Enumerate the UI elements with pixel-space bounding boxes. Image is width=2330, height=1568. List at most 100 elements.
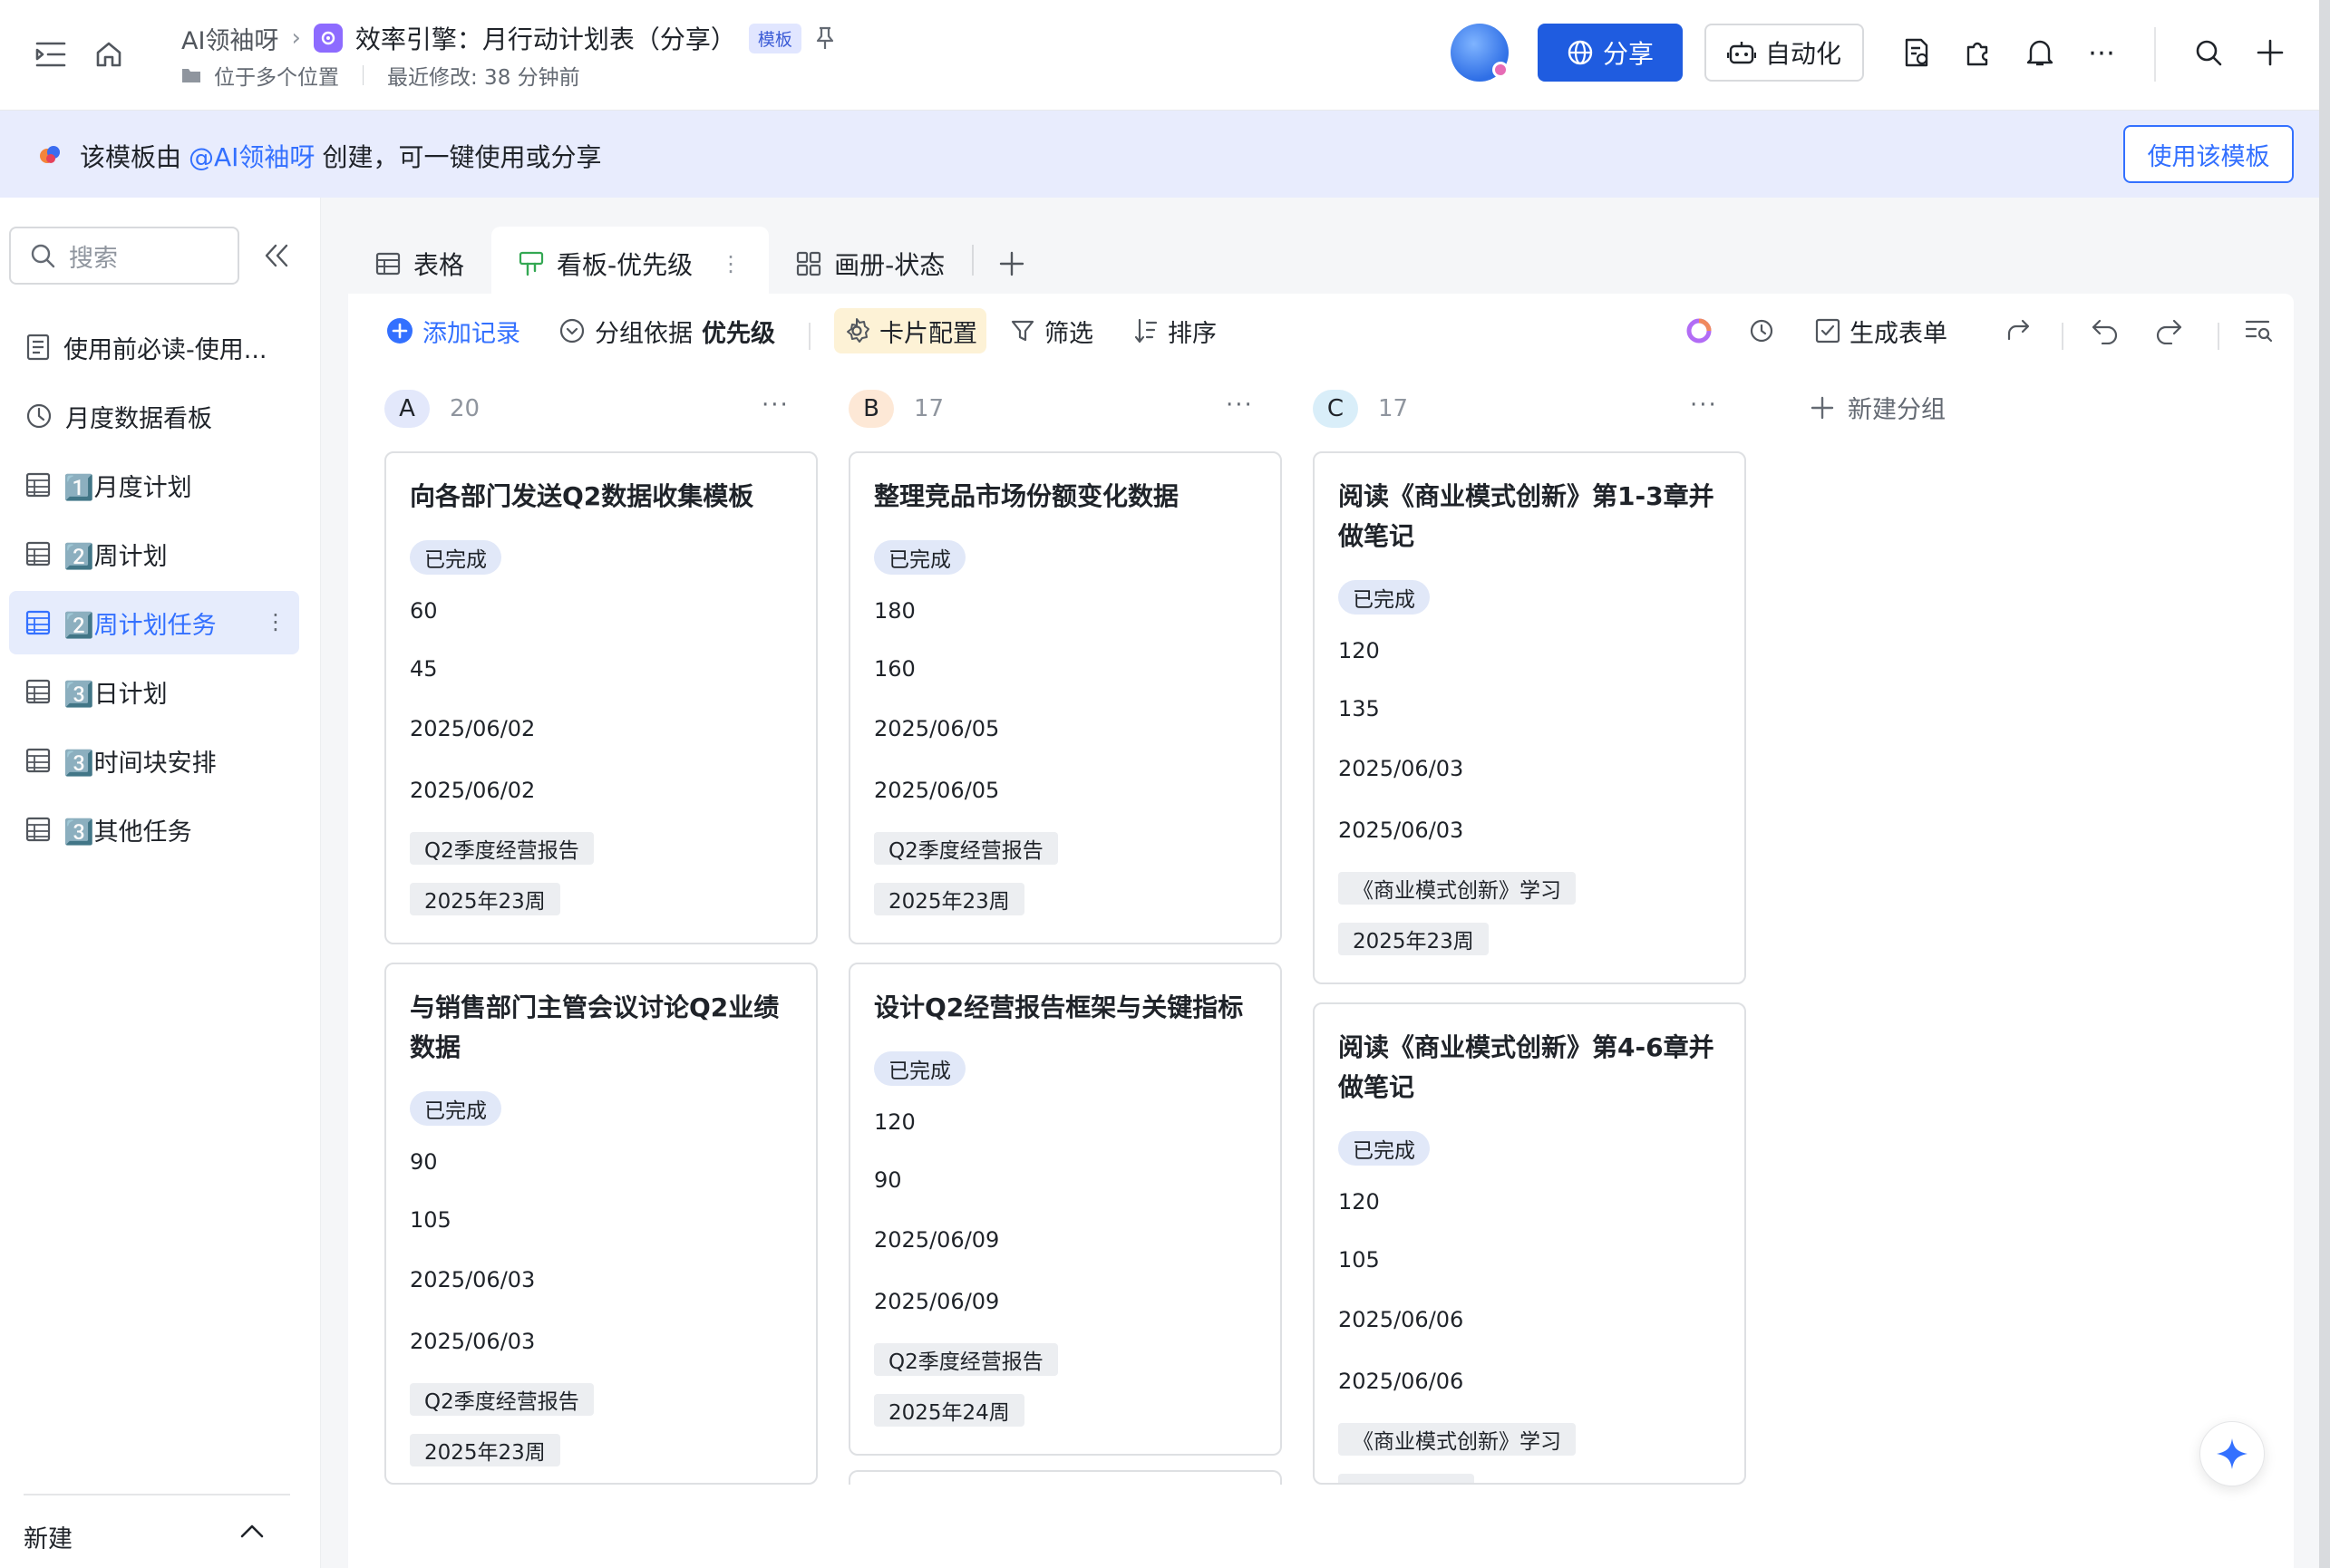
plugin-icon[interactable] [1960, 34, 1996, 71]
sidebar-item-dashboard[interactable]: 月度数据看板 [9, 384, 299, 448]
more-icon[interactable]: ⋯ [2083, 34, 2120, 71]
search-input[interactable]: 搜索 [9, 227, 239, 285]
card-estimate: 120 [1338, 1189, 1380, 1215]
week-tag: 2025年24周 [874, 1394, 1024, 1427]
filter-button[interactable]: 筛选 [1010, 308, 1093, 353]
tab-gallery[interactable]: 画册-状态 [769, 227, 972, 301]
task-card[interactable]: 整理竞品市场份额变化数据 已完成 180 160 2025/06/05 2025… [849, 451, 1282, 944]
sidebar-item-time-blocks[interactable]: 3️⃣时间块安排 [9, 729, 299, 792]
home-icon[interactable] [91, 36, 127, 73]
card-config-button[interactable]: 卡片配置 [834, 308, 986, 353]
sidebar-toggle-icon[interactable] [33, 36, 69, 73]
ai-assistant-icon[interactable] [1684, 308, 1714, 353]
use-template-button[interactable]: 使用该模板 [2123, 125, 2294, 183]
task-card-partial[interactable] [849, 1470, 1282, 1485]
tab-kanban[interactable]: 看板-优先级 ⋮ [491, 227, 770, 301]
add-view-button[interactable] [974, 227, 1050, 301]
toolbar-divider [2218, 323, 2219, 350]
group-by-button[interactable]: 分组依据 优先级 [558, 308, 775, 353]
task-card[interactable]: 与销售部门主管会议讨论Q2业绩数据 已完成 90 105 2025/06/03 … [384, 963, 818, 1485]
banner-mention[interactable]: @AI领袖呀 [189, 138, 315, 174]
template-badge: 模板 [748, 23, 801, 53]
group-by-value: 优先级 [702, 319, 775, 348]
filter-label: 筛选 [1044, 319, 1093, 348]
sidebar-item-label: 3️⃣其他任务 [63, 818, 192, 847]
sort-label: 排序 [1168, 319, 1217, 348]
column-header-c[interactable]: C 17 [1313, 386, 1408, 431]
column-more-icon[interactable]: ··· [1690, 392, 1718, 419]
generate-form-button[interactable]: 生成表单 [1815, 308, 1947, 353]
kanban-icon [519, 251, 544, 276]
task-card[interactable]: 向各部门发送Q2数据收集模板 已完成 60 45 2025/06/02 2025… [384, 451, 818, 944]
location-text[interactable]: 位于多个位置 [214, 60, 339, 91]
sidebar-new-button[interactable]: 新建 [24, 1519, 73, 1554]
table-icon [25, 817, 51, 842]
column-count: 17 [1378, 395, 1409, 422]
sidebar-item-weekly-tasks[interactable]: 2️⃣周计划任务 ⋮ [9, 591, 299, 654]
task-card[interactable]: 设计Q2经营报告框架与关键指标 已完成 120 90 2025/06/09 20… [849, 963, 1282, 1456]
sidebar-item-other-tasks[interactable]: 3️⃣其他任务 [9, 798, 299, 861]
dashboard-icon [26, 403, 52, 429]
plus-icon[interactable] [2252, 34, 2288, 71]
board-toolbar: 添加记录 分组依据 优先级 卡片配置 筛选 排序 生成表单 [348, 294, 2294, 368]
vertical-more-icon[interactable]: ⋮ [720, 251, 742, 276]
sidebar-item-daily-plan[interactable]: 3️⃣日计划 [9, 660, 299, 723]
card-estimate: 90 [410, 1149, 438, 1175]
undo-icon[interactable] [2091, 308, 2120, 353]
column-more-icon[interactable]: ··· [1226, 392, 1254, 419]
card-end-date: 2025/06/09 [874, 1289, 1000, 1314]
status-tag: 已完成 [1338, 580, 1430, 615]
tab-label: 画册-状态 [834, 250, 946, 280]
doc-info-icon[interactable] [1898, 34, 1935, 71]
column-count: 20 [450, 395, 481, 422]
sidebar-item-label: 1️⃣月度计划 [63, 473, 192, 502]
share-button[interactable]: 分享 [1538, 24, 1683, 82]
search-icon[interactable] [2190, 34, 2227, 71]
kanban-board: 添加记录 分组依据 优先级 卡片配置 筛选 排序 生成表单 A 20 ··· B… [348, 294, 2294, 1568]
share-view-icon[interactable] [2005, 308, 2033, 353]
top-header: AI领袖呀 › 效率引擎：月行动计划表（分享） 模板 位于多个位置 最近修改: … [0, 0, 2330, 111]
task-card[interactable]: 阅读《商业模式创新》第1-3章并做笔记 已完成 120 135 2025/06/… [1313, 451, 1746, 984]
card-start-date: 2025/06/09 [874, 1227, 1000, 1253]
chevron-up-icon[interactable] [239, 1523, 265, 1543]
new-group-button[interactable]: 新建分组 [1810, 390, 1946, 425]
sidebar-item-label: 月度数据看板 [65, 404, 212, 433]
window-scrollbar[interactable] [2319, 0, 2330, 1568]
column-header-b[interactable]: B 17 [849, 386, 944, 431]
add-record-label: 添加记录 [422, 319, 520, 348]
add-record-button[interactable]: 添加记录 [386, 308, 520, 353]
project-tag: 《商业模式创新》学习 [1338, 872, 1576, 905]
search-records-icon[interactable] [2245, 308, 2274, 353]
collapse-sidebar-icon[interactable] [263, 243, 290, 272]
history-icon[interactable] [1748, 308, 1775, 353]
sort-button[interactable]: 排序 [1133, 308, 1217, 353]
sidebar-item-monthly-plan[interactable]: 1️⃣月度计划 [9, 453, 299, 517]
plus-icon [1811, 396, 1834, 419]
chevron-circle-icon [559, 318, 585, 344]
redo-icon[interactable] [2154, 308, 2183, 353]
vertical-more-icon[interactable]: ⋮ [265, 609, 286, 634]
project-tag: 《商业模式创新》学习 [1338, 1423, 1576, 1456]
avatar[interactable] [1451, 24, 1509, 82]
sidebar-item-weekly-plan[interactable]: 2️⃣周计划 [9, 522, 299, 586]
sidebar-item-readme[interactable]: 使用前必读-使用... [9, 315, 299, 379]
card-title: 向各部门发送Q2数据收集模板 [410, 481, 754, 511]
status-tag: 已完成 [874, 540, 966, 575]
doc-title[interactable]: 效率引擎：月行动计划表（分享） [355, 20, 736, 56]
column-more-icon[interactable]: ··· [762, 392, 790, 419]
card-title: 阅读《商业模式创新》第4-6章并做笔记 [1338, 1032, 1714, 1102]
column-header-a[interactable]: A 20 [384, 386, 480, 431]
pin-icon[interactable] [814, 25, 836, 51]
task-card[interactable]: 阅读《商业模式创新》第4-6章并做笔记 已完成 120 105 2025/06/… [1313, 1002, 1746, 1485]
bell-icon[interactable] [2022, 34, 2058, 71]
table-icon [375, 252, 401, 276]
tab-table[interactable]: 表格 [348, 227, 491, 301]
automation-button[interactable]: 自动化 [1704, 24, 1864, 82]
banner-text: 该模板由 @AI领袖呀 创建，可一键使用或分享 [80, 138, 601, 174]
breadcrumb-parent[interactable]: AI领袖呀 [181, 21, 278, 56]
card-config-label: 卡片配置 [879, 319, 977, 348]
week-tag: 2025年23周 [410, 1434, 560, 1466]
banner-suffix: 创建，可一键使用或分享 [322, 142, 602, 172]
ai-sparkle-button[interactable] [2199, 1421, 2265, 1486]
sidebar: 搜索 使用前必读-使用... 月度数据看板 1️⃣月度计划 2️⃣周计划 2️⃣… [0, 198, 321, 1568]
